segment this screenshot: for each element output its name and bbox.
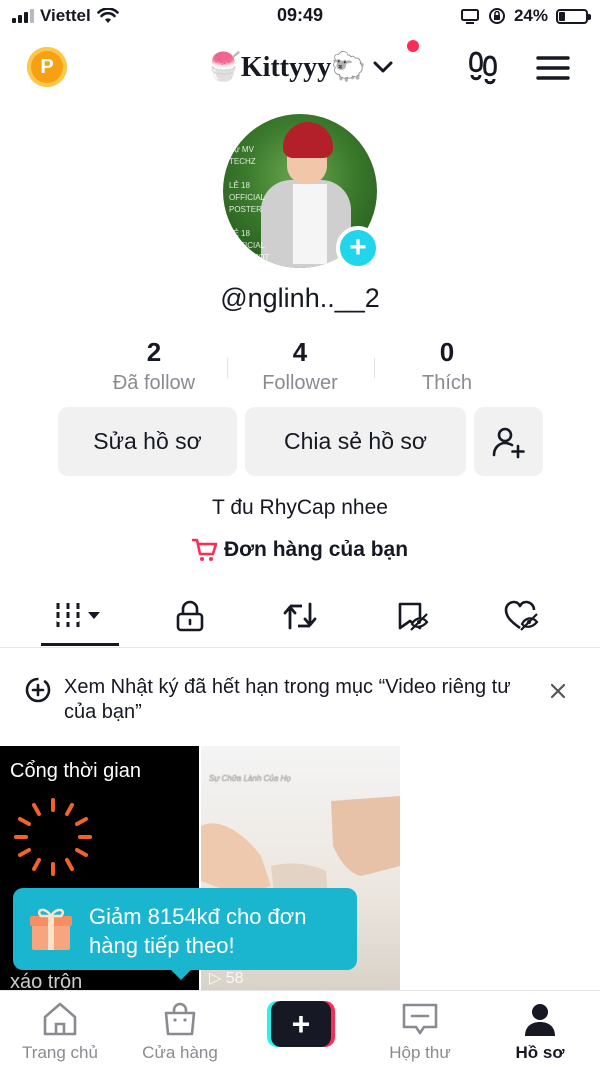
nav-label: Hồ sơ	[515, 1043, 565, 1062]
footprints-icon	[469, 51, 497, 85]
stat-likes[interactable]: 0 Thích	[372, 336, 522, 396]
stat-value: 2	[146, 337, 162, 367]
plus-icon: +	[271, 1001, 331, 1047]
profile-icon	[525, 1004, 555, 1036]
add-friends-button[interactable]	[474, 407, 543, 476]
profile-handle: @nglinh..__2	[220, 283, 380, 313]
nav-label: Hộp thư	[389, 1043, 451, 1062]
notice-close-button[interactable]	[544, 677, 572, 705]
active-tab-indicator	[41, 643, 119, 646]
battery-icon	[556, 8, 591, 24]
stat-label: Follower	[262, 372, 338, 394]
nav-shop[interactable]: Cửa hàng	[120, 1001, 240, 1063]
stat-label: Đã follow	[112, 372, 196, 394]
videos-icon	[56, 603, 100, 629]
nav-home[interactable]: Trang chủ	[0, 1001, 120, 1063]
repost-icon	[283, 602, 317, 630]
home-icon	[43, 1002, 77, 1036]
lock-icon	[176, 600, 204, 632]
avatar-overlay-text: Sự MV TECHZ LẺ 18 OFFICIAL POSTER LẺ 18 …	[229, 145, 270, 262]
video-overlay-text: xáo trộn	[10, 971, 83, 990]
add-user-icon	[492, 427, 525, 458]
video-views: ▷ 58	[209, 970, 244, 987]
favorites-icon	[398, 602, 429, 631]
account-switcher[interactable]: 🍧Kittyyy🐑	[0, 50, 600, 84]
video-title: Cổng thời gian	[10, 760, 141, 782]
nav-label: Cửa hàng	[142, 1043, 218, 1062]
cart-icon	[191, 538, 218, 561]
tab-private[interactable]	[130, 592, 250, 640]
battery-percent: 24%	[513, 6, 548, 25]
stat-value: 0	[439, 337, 455, 367]
chevron-down-icon	[373, 61, 393, 73]
notice-text: Xem Nhật ký đã hết hạn trong mục “Video …	[64, 676, 511, 723]
stat-followers[interactable]: 4 Follower	[225, 336, 375, 396]
stat-following[interactable]: 2 Đã follow	[79, 336, 229, 396]
close-icon	[550, 683, 566, 699]
story-add-icon	[25, 677, 51, 703]
tab-videos[interactable]	[20, 592, 140, 640]
menu-icon	[536, 56, 570, 80]
footprints-button[interactable]	[463, 48, 503, 88]
profile-bio: T đu RhyCap nhee	[212, 496, 388, 519]
promo-banner[interactable]: Giảm 8154kđ cho đơn hàng tiếp theo!	[13, 888, 357, 980]
orders-link[interactable]: Đơn hàng của bạn	[0, 538, 600, 562]
share-profile-button[interactable]: Chia sẻ hồ sơ	[245, 407, 466, 476]
nav-inbox[interactable]: Hộp thư	[360, 1001, 480, 1063]
rotation-lock-icon	[488, 8, 505, 24]
menu-button[interactable]	[533, 48, 573, 88]
status-bar: Viettel 09:49 24%	[0, 0, 600, 34]
shop-icon	[164, 1002, 196, 1036]
edit-profile-button[interactable]: Sửa hồ sơ	[58, 407, 237, 476]
inbox-icon	[402, 1003, 438, 1035]
add-avatar-button[interactable]: +	[336, 226, 380, 270]
expired-stories-notice[interactable]: Xem Nhật ký đã hết hạn trong mục “Video …	[24, 673, 584, 729]
nav-profile[interactable]: Hồ sơ	[480, 1001, 600, 1063]
notification-dot	[407, 40, 419, 52]
tab-liked[interactable]	[462, 592, 582, 640]
orders-label: Đơn hàng của bạn	[223, 538, 409, 561]
status-right: 24%	[460, 6, 591, 26]
nav-label: Trang chủ	[22, 1043, 98, 1062]
account-title: 🍧Kittyyy🐑	[206, 52, 366, 83]
plus-icon: +	[349, 231, 367, 264]
gift-icon	[30, 908, 72, 950]
content-tabs	[0, 592, 600, 648]
create-button[interactable]: +	[267, 1001, 335, 1047]
stat-label: Thích	[421, 372, 473, 394]
liked-icon	[504, 600, 539, 631]
tab-favorites[interactable]	[352, 592, 472, 640]
screen-mirror-icon	[460, 9, 479, 24]
profile-stats: 2 Đã follow 4 Follower 0 Thích	[0, 336, 600, 400]
loading-spinner-icon	[14, 798, 92, 876]
promo-text: Giảm 8154kđ cho đơn hàng tiếp theo!	[89, 904, 307, 958]
stat-value: 4	[292, 337, 308, 367]
tab-reposts[interactable]	[240, 592, 360, 640]
